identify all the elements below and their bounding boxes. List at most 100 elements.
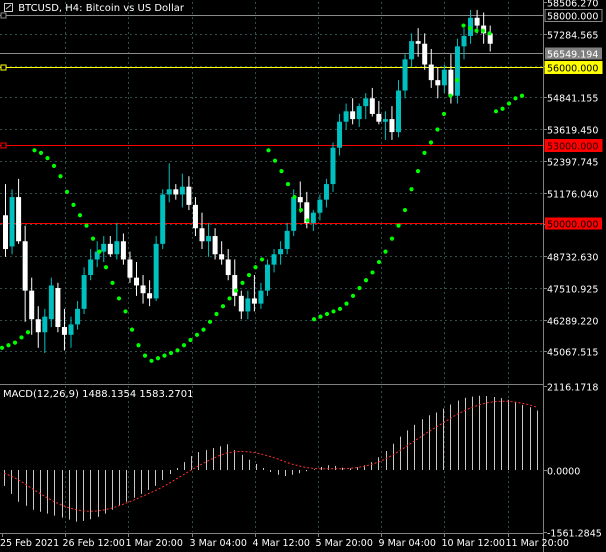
candle-body (3, 215, 8, 250)
sar-dot (155, 356, 161, 361)
sar-dot (350, 293, 356, 298)
sar-dot (201, 327, 206, 332)
time-tick-label: 4 Mar 12:00 (253, 538, 310, 549)
time-tick-label: 5 Mar 20:00 (316, 538, 373, 549)
sar-dot (337, 306, 343, 311)
candle-body (134, 277, 139, 286)
candle-body (376, 113, 382, 122)
sar-dot (116, 296, 122, 301)
price-tick-label: 48732.630 (547, 253, 598, 264)
sar-dot (240, 280, 245, 285)
sar-dot (435, 127, 440, 132)
candle-body (186, 186, 192, 205)
candle-body (382, 119, 388, 122)
candle-body (310, 212, 316, 224)
level-handle (0, 12, 7, 19)
sar-dot (513, 96, 518, 101)
candle-body (441, 69, 447, 86)
sar-dot (194, 332, 200, 337)
level-label: 50000.000 (547, 220, 598, 231)
candle-body (42, 316, 48, 333)
sar-dot (422, 150, 427, 155)
candle-body (428, 64, 434, 81)
sar-dot (324, 311, 330, 317)
level-handle (0, 142, 7, 149)
candle-body (192, 204, 198, 229)
sar-dot (376, 259, 382, 265)
sar-dot (396, 223, 401, 228)
candle-body (265, 264, 270, 291)
sar-dot (136, 343, 141, 348)
price-tick-label: 53619.450 (547, 126, 598, 137)
candle-body (474, 17, 480, 26)
candle-body (396, 90, 401, 133)
candle-body (160, 194, 166, 244)
sar-dot (64, 189, 70, 194)
sar-dot (149, 358, 154, 363)
macd-tick-label: 0.0000 (547, 467, 580, 478)
sar-dot (12, 340, 18, 345)
sar-dot (331, 309, 336, 314)
candle-body (206, 236, 212, 242)
price-tick-label: 58506.270 (547, 0, 598, 10)
candle-body (219, 254, 225, 260)
candle-body (363, 98, 369, 107)
candle-body (369, 98, 375, 114)
candle-body (212, 236, 218, 255)
time-tick-label: 11 Mar 20:00 (506, 538, 569, 549)
sar-dot (6, 343, 11, 348)
candle-body (127, 259, 133, 278)
level-label: 56000.000 (547, 64, 598, 75)
sar-dot (500, 106, 505, 111)
sar-dot (110, 280, 115, 285)
candle-body (409, 41, 415, 60)
sar-dot (253, 265, 258, 270)
sar-dot (266, 148, 271, 153)
candle-body (402, 59, 408, 91)
candle-body (251, 298, 257, 304)
sar-dot (168, 350, 174, 356)
candle-body (271, 254, 277, 265)
macd-tick-label: 2116.1718 (547, 383, 598, 394)
chart-canvas[interactable]: 58506.27057284.56556062.86054841.1555361… (0, 0, 606, 552)
sar-dot (0, 345, 5, 350)
candle-body (75, 308, 81, 325)
sar-dot (227, 296, 232, 301)
sar-dot (480, 28, 486, 33)
sar-dot (311, 317, 317, 322)
sar-dot (519, 93, 525, 98)
candle-body (120, 241, 126, 260)
candle-body (166, 189, 172, 195)
sar-dot (77, 213, 83, 218)
sar-dot (220, 304, 226, 309)
candle-body (81, 275, 87, 309)
time-tick-label: 10 Mar 12:00 (442, 538, 505, 549)
sar-dot (279, 168, 284, 174)
price-tick-label: 47510.925 (547, 285, 598, 296)
level-label: 58000.000 (547, 12, 598, 23)
bid-label: 56549.194 (547, 50, 598, 61)
time-tick-label: 26 Feb 12:00 (63, 538, 125, 549)
candle-body (140, 285, 146, 294)
candle-body (147, 293, 153, 299)
sar-dot (90, 236, 96, 241)
sar-dot (45, 155, 50, 161)
sar-dot (298, 207, 304, 213)
sar-dot (487, 31, 492, 36)
sar-dot (129, 327, 135, 332)
sar-dot (357, 285, 362, 291)
candle-body (88, 259, 94, 276)
candle-body (415, 41, 421, 44)
candle-body (297, 197, 303, 203)
candle-body (245, 298, 251, 312)
sar-dot (162, 353, 167, 358)
candle-body (317, 199, 323, 213)
time-tick-label: 1 Mar 20:00 (126, 538, 183, 549)
price-tick-label: 45067.515 (547, 348, 598, 359)
candle-body (461, 35, 467, 47)
sar-dot (461, 23, 466, 28)
sar-dot (142, 353, 148, 358)
sar-dot (207, 319, 213, 324)
time-tick-label: 25 Feb 2021 (0, 538, 59, 549)
candle-body (29, 290, 35, 320)
